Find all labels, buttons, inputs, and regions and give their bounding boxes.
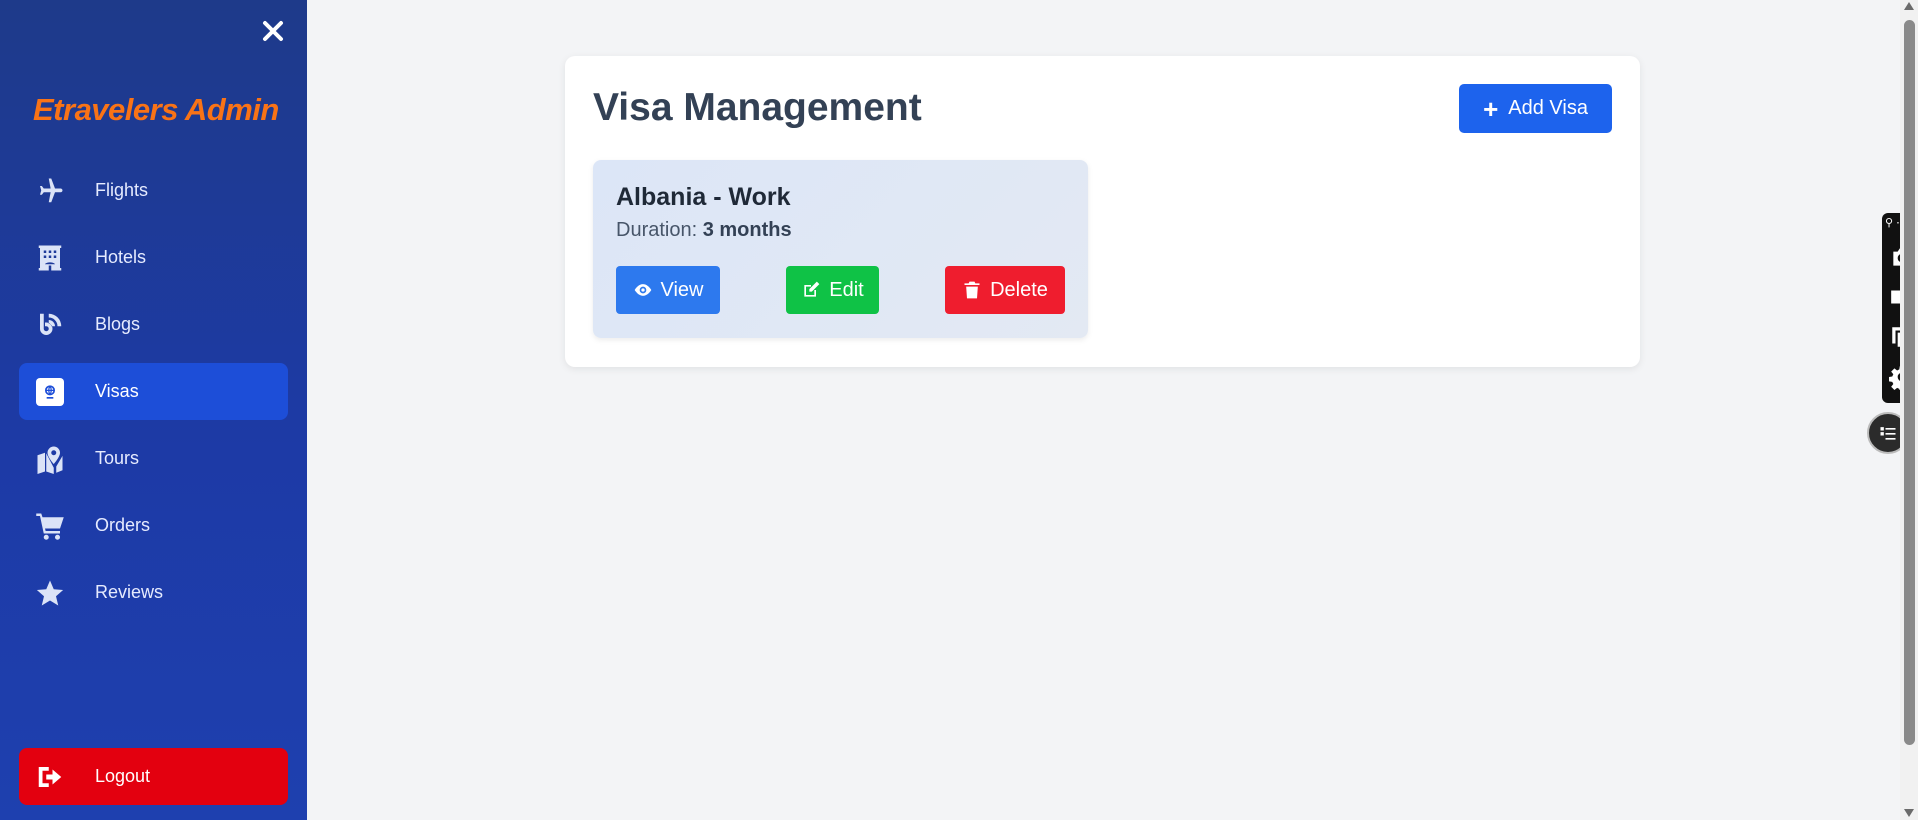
scroll-down-arrow-icon[interactable] — [1904, 809, 1914, 817]
sidebar-item-tours[interactable]: Tours — [19, 430, 288, 487]
sidebar-item-blogs[interactable]: Blogs — [19, 296, 288, 353]
duration-label: Duration: — [616, 219, 698, 241]
scrollbar[interactable] — [1900, 0, 1918, 820]
sidebar-item-label: Reviews — [95, 582, 164, 602]
close-icon — [263, 21, 283, 41]
cart-icon — [33, 509, 67, 543]
visa-duration: Duration: 3 months — [616, 219, 792, 242]
plane-icon — [33, 174, 67, 208]
star-icon — [33, 576, 67, 610]
trash-icon — [964, 281, 980, 299]
visa-management-panel: Visa Management + Add Visa Albania - Wor… — [565, 56, 1640, 367]
sidebar-item-visas[interactable]: Visas — [19, 363, 288, 420]
sidebar-item-hotels[interactable]: Hotels — [19, 229, 288, 286]
visa-card: Albania - Work Duration: 3 months View E… — [593, 160, 1088, 338]
visa-title: Albania - Work — [616, 183, 791, 211]
logout-button[interactable]: Logout — [19, 748, 288, 805]
blog-icon — [33, 308, 67, 342]
sidebar-item-label: Orders — [95, 515, 151, 535]
sidebar-item-reviews[interactable]: Reviews — [19, 564, 288, 621]
logout-icon — [33, 760, 67, 794]
sidebar-item-label: Tours — [95, 448, 140, 468]
scroll-thumb[interactable] — [1904, 20, 1915, 745]
add-visa-button[interactable]: + Add Visa — [1459, 84, 1612, 133]
eye-icon — [634, 284, 651, 296]
duration-value: 3 months — [702, 219, 792, 241]
sidebar-item-label: Blogs — [95, 314, 141, 334]
add-visa-label: Add Visa — [1508, 97, 1588, 119]
task-list-icon — [1880, 427, 1896, 440]
sidebar-item-flights[interactable]: Flights — [19, 162, 288, 219]
edit-label: Edit — [829, 278, 864, 301]
brand-title: Etravelers Admin — [33, 92, 279, 127]
view-button[interactable]: View — [616, 266, 720, 314]
map-icon — [33, 442, 67, 476]
close-sidebar-button[interactable] — [258, 14, 288, 48]
logout-label: Logout — [95, 766, 151, 786]
plus-icon: + — [1483, 93, 1499, 124]
sidebar: Etravelers Admin Flights Hotels Blogs Vi… — [0, 0, 307, 820]
view-label: View — [660, 278, 704, 301]
sidebar-item-label: Flights — [95, 180, 149, 200]
scroll-up-arrow-icon[interactable] — [1904, 2, 1914, 10]
sidebar-item-label: Visas — [95, 381, 139, 401]
page-title: Visa Management — [593, 86, 922, 129]
passport-icon — [36, 377, 64, 406]
edit-icon — [804, 281, 820, 297]
sidebar-item-label: Hotels — [95, 247, 147, 267]
edit-button[interactable]: Edit — [786, 266, 879, 314]
delete-label: Delete — [990, 278, 1048, 301]
delete-button[interactable]: Delete — [945, 266, 1065, 314]
sidebar-nav: Flights Hotels Blogs Visas Tours Orders … — [19, 162, 288, 631]
hotel-icon — [33, 241, 67, 275]
sidebar-item-orders[interactable]: Orders — [19, 497, 288, 554]
